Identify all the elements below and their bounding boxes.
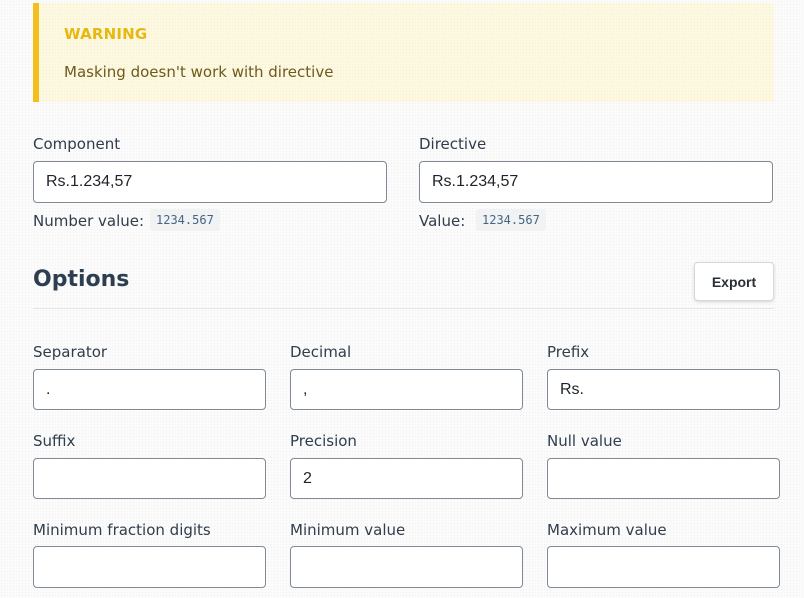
options-title: Options [33, 267, 130, 292]
decimal-input-value: , [303, 380, 308, 398]
null-value-label: Null value [547, 432, 622, 450]
decimal-label: Decimal [290, 343, 352, 361]
prefix-label: Prefix [547, 343, 590, 361]
separator-label: Separator [33, 343, 108, 361]
decimal-input[interactable]: , [290, 369, 523, 410]
max-value-input[interactable] [547, 546, 780, 588]
component-number-value: 1234.567 [150, 209, 220, 231]
prefix-input-value: Rs. [560, 380, 584, 398]
min-value-input[interactable] [290, 546, 523, 588]
component-number-label: Number value: [33, 212, 145, 230]
directive-input-value: Rs.1.234,57 [432, 173, 519, 190]
warning-title: WARNING [64, 25, 148, 43]
options-divider [33, 308, 774, 309]
component-input-value: Rs.1.234,57 [46, 173, 133, 190]
directive-value-label: Value: [419, 212, 466, 230]
component-label: Component [33, 135, 121, 153]
precision-input-value: 2 [303, 469, 312, 487]
separator-input-value: . [46, 380, 51, 398]
export-button[interactable]: Export [694, 262, 774, 301]
separator-input[interactable]: . [33, 369, 266, 410]
max-value-label: Maximum value [547, 521, 667, 539]
null-value-input[interactable] [547, 458, 780, 499]
precision-input[interactable]: 2 [290, 458, 523, 499]
directive-value-value: 1234.567 [476, 209, 546, 231]
warning-callout: WARNING Masking doesn't work with direct… [33, 3, 774, 102]
directive-input[interactable]: Rs.1.234,57 [419, 161, 773, 203]
component-input[interactable]: Rs.1.234,57 [33, 161, 387, 203]
prefix-input[interactable]: Rs. [547, 369, 780, 410]
suffix-label: Suffix [33, 432, 76, 450]
precision-label: Precision [290, 432, 357, 450]
min-fraction-digits-label: Minimum fraction digits [33, 521, 211, 539]
warning-message: Masking doesn't work with directive [64, 63, 334, 81]
page: WARNING Masking doesn't work with direct… [0, 0, 804, 598]
min-fraction-digits-input[interactable] [33, 546, 266, 588]
min-value-label: Minimum value [290, 521, 406, 539]
suffix-input[interactable] [33, 458, 266, 499]
directive-label: Directive [419, 135, 487, 153]
